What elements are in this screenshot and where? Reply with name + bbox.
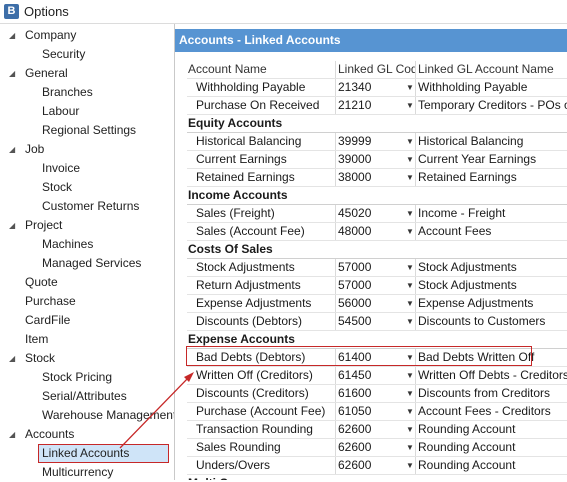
annotation-arrow: [119, 372, 194, 449]
